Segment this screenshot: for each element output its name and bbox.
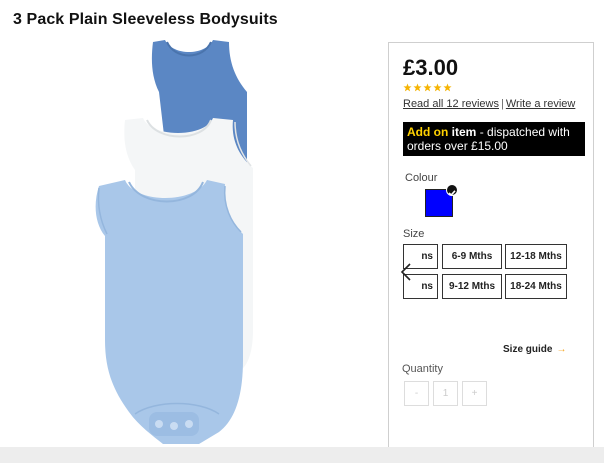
purchase-panel: £3.00 Read all 12 reviews | Write a review…	[388, 42, 594, 463]
size-option-12-18[interactable]: 12-18 Mths	[505, 244, 567, 269]
size-option-6-9[interactable]: 6-9 Mths	[442, 244, 502, 269]
size-label: Size	[403, 228, 425, 240]
star-icon	[443, 83, 452, 92]
quantity-label: Quantity	[402, 363, 443, 375]
size-guide-link[interactable]: Size guide →	[503, 344, 566, 355]
quantity-increase-button[interactable]: +	[462, 381, 487, 406]
rating-stars	[403, 83, 452, 93]
star-icon	[413, 83, 422, 92]
review-links: Read all 12 reviews | Write a review	[403, 98, 575, 110]
chevron-left-icon[interactable]	[399, 262, 413, 282]
page-title: 3 Pack Plain Sleeveless Bodysuits	[13, 11, 278, 28]
star-icon	[403, 83, 412, 92]
quantity-decrease-button[interactable]: -	[404, 381, 429, 406]
size-option-18-24[interactable]: 18-24 Mths	[505, 274, 567, 299]
check-icon	[446, 184, 458, 197]
colour-swatch-blue[interactable]	[425, 184, 458, 217]
size-option-9-12[interactable]: 9-12 Mths	[442, 274, 502, 299]
read-reviews-link[interactable]: Read all 12 reviews	[403, 98, 499, 110]
add-on-item-banner: Add on item - dispatched with orders ove…	[403, 122, 585, 156]
star-icon	[433, 83, 442, 92]
size-guide-label: Size guide	[503, 344, 553, 355]
quantity-stepper: - 1 +	[404, 381, 487, 406]
price: £3.00	[403, 55, 459, 80]
add-on-label: Add on	[407, 125, 449, 139]
add-on-item-label: item	[451, 125, 477, 139]
star-icon	[423, 83, 432, 92]
arrow-right-icon: →	[556, 344, 567, 355]
review-separator: |	[501, 98, 504, 110]
colour-label: Colour	[405, 172, 438, 184]
quantity-input[interactable]: 1	[433, 381, 458, 406]
footer-strip	[0, 447, 604, 463]
size-options: ns 6-9 Mths 12-18 Mths ns 9-12 Mths 18-2…	[403, 244, 569, 300]
write-review-link[interactable]: Write a review	[506, 98, 575, 110]
bodysuit-image	[95, 40, 253, 444]
